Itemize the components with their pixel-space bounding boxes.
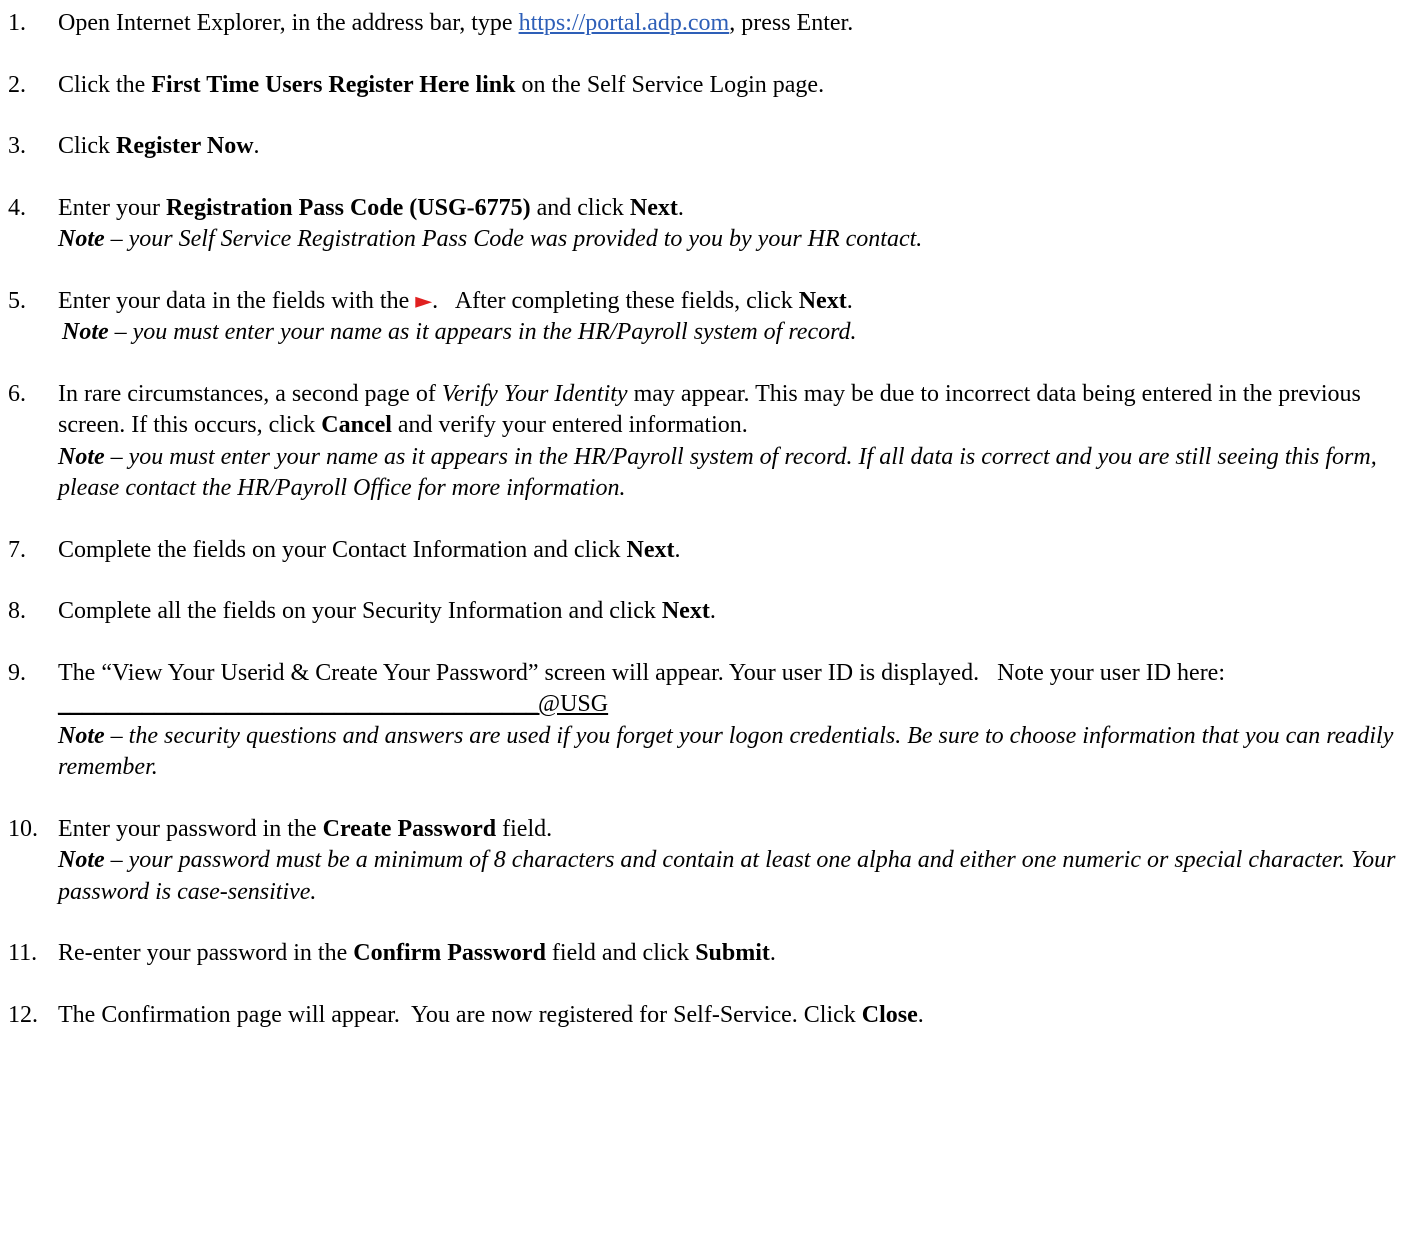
note-text: – you must enter your name as it appears…	[58, 443, 1377, 502]
step-note: Note – you must enter your name as it ap…	[58, 317, 1398, 349]
step-text: .	[846, 287, 853, 314]
note-label: Note	[58, 443, 105, 470]
step-2: 2. Click the First Time Users Register H…	[8, 70, 1398, 102]
step-text: Enter your data in the fields with the	[58, 287, 416, 314]
steps-list: 1. Open Internet Explorer, in the addres…	[8, 8, 1398, 1031]
step-text: field.	[496, 815, 553, 842]
step-5: 5. Enter your data in the fields with th…	[8, 286, 1398, 349]
step-text: on the Self Service Login page.	[515, 71, 825, 98]
step-emphasis: Submit	[695, 940, 770, 966]
step-number: 11.	[8, 940, 38, 966]
step-number: 1.	[8, 10, 26, 36]
step-note: Note – the security questions and answer…	[58, 721, 1398, 784]
step-text: Enter your	[58, 194, 166, 221]
step-emphasis: Confirm Password	[353, 940, 546, 966]
step-emphasis: Next	[661, 598, 710, 624]
step-number: 9.	[8, 659, 26, 686]
step-11: 11. Re-enter your password in the Confir…	[8, 938, 1398, 970]
step-text: .	[677, 194, 684, 221]
step-6: 6. In rare circumstances, a second page …	[8, 379, 1398, 505]
userid-suffix: @USG	[538, 691, 609, 717]
step-emphasis: Create Password	[322, 815, 497, 842]
step-text: .	[674, 536, 681, 563]
step-text: Click	[58, 133, 116, 159]
step-text: The Confirmation page will appear. You a…	[58, 1001, 862, 1028]
step-text: Complete the fields on your Contact Info…	[58, 536, 627, 563]
step-text: .	[709, 598, 716, 624]
step-text: Enter your password in the	[58, 815, 323, 842]
step-emphasis: Cancel	[321, 412, 392, 438]
step-emphasis: Next	[626, 536, 675, 563]
step-note: Note – you must enter your name as it ap…	[58, 442, 1398, 505]
step-7: 7. Complete the fields on your Contact I…	[8, 535, 1398, 567]
step-text: , press Enter.	[729, 10, 854, 36]
step-emphasis: Close	[861, 1001, 918, 1028]
step-emphasis: Register Now	[116, 133, 254, 159]
step-text: .	[769, 940, 776, 966]
step-3: 3. Click Register Now.	[8, 131, 1398, 163]
note-text: – your Self Service Registration Pass Co…	[104, 226, 923, 252]
step-emphasis: Next	[798, 287, 847, 314]
step-text: The “View Your Userid & Create Your Pass…	[58, 659, 1237, 686]
note-text: – you must enter your name as it appears…	[108, 319, 857, 345]
step-italic: Verify Your Identity	[441, 380, 628, 407]
step-text: In rare circumstances, a second page of	[58, 380, 442, 407]
step-text: .	[917, 1001, 924, 1028]
step-8: 8. Complete all the fields on your Secur…	[8, 596, 1398, 628]
step-note: Note – your password must be a minimum o…	[58, 845, 1398, 908]
step-text: Re-enter your password in the	[58, 940, 354, 966]
step-number: 2.	[8, 71, 26, 98]
step-emphasis: First Time Users Register Here link	[151, 71, 516, 98]
step-text: Open Internet Explorer, in the address b…	[58, 10, 519, 36]
note-text: – your password must be a minimum of 8 c…	[58, 847, 1396, 905]
step-text: and click	[530, 194, 630, 221]
portal-url-link[interactable]: https://portal.adp.com	[519, 10, 730, 36]
step-text: . After completing these fields, click	[432, 287, 799, 314]
required-arrow-icon: ►	[415, 288, 433, 314]
step-text: .	[253, 133, 260, 159]
step-number: 3.	[8, 133, 26, 159]
note-label: Note	[58, 847, 105, 873]
step-emphasis: Next	[629, 194, 678, 221]
step-number: 7.	[8, 536, 26, 563]
step-number: 6.	[8, 380, 26, 407]
step-emphasis: Registration Pass Code (USG-6775)	[165, 194, 531, 221]
step-10: 10. Enter your password in the Create Pa…	[8, 814, 1398, 909]
step-number: 8.	[8, 598, 26, 624]
step-note: Note – your Self Service Registration Pa…	[58, 224, 1398, 256]
note-label: Note	[58, 226, 105, 252]
step-text: and verify your entered information.	[391, 412, 748, 438]
step-number: 12.	[8, 1001, 38, 1028]
note-text: – the security questions and answers are…	[58, 722, 1394, 781]
step-9: 9. The “View Your Userid & Create Your P…	[8, 658, 1398, 784]
step-number: 10.	[8, 815, 38, 842]
step-4: 4. Enter your Registration Pass Code (US…	[8, 193, 1398, 256]
note-label: Note	[58, 722, 105, 749]
step-number: 5.	[8, 287, 26, 314]
note-label: Note	[62, 319, 109, 345]
userid-blank-line: ________________________________________	[58, 691, 538, 717]
step-text: field and click	[545, 940, 696, 966]
step-text: Complete all the fields on your Security…	[58, 598, 662, 624]
instructions-document: 1. Open Internet Explorer, in the addres…	[8, 8, 1398, 1031]
step-number: 4.	[8, 194, 26, 221]
step-1: 1. Open Internet Explorer, in the addres…	[8, 8, 1398, 40]
step-text: Click the	[58, 71, 152, 98]
step-12: 12. The Confirmation page will appear. Y…	[8, 1000, 1398, 1032]
